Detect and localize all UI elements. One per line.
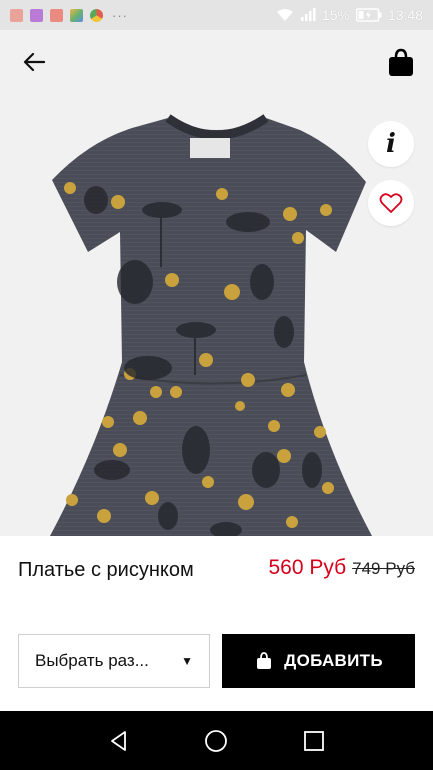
navigation-bar <box>0 711 433 770</box>
heart-icon <box>379 193 403 213</box>
nav-home-button[interactable] <box>196 721 236 761</box>
shopping-bag-icon <box>257 652 272 669</box>
nav-back-icon <box>110 730 126 751</box>
nav-back-button[interactable] <box>99 721 139 761</box>
add-button-label: ДОБАВИТЬ <box>284 651 383 670</box>
overflow-indicator: ··· <box>112 7 128 23</box>
photos-icon <box>70 8 83 22</box>
battery-icon <box>355 8 382 22</box>
product-name: Платье с рисунком <box>18 559 194 581</box>
favorite-button[interactable] <box>368 180 414 226</box>
gmail-icon <box>50 8 63 22</box>
status-bar: ··· 15% 13:48 <box>0 0 433 30</box>
app-screen: ··· 15% 13:48 i Платье с рисунком 560 Ру… <box>0 0 433 770</box>
size-select[interactable]: Выбрать раз... ▼ <box>18 634 210 688</box>
info-button[interactable]: i <box>368 121 414 167</box>
shopping-bag-icon <box>389 48 413 76</box>
battery-percent: 15% <box>321 7 350 23</box>
price-old: 749 Руб <box>352 559 415 578</box>
back-button[interactable] <box>18 46 50 78</box>
image-icon <box>30 8 43 22</box>
nav-home-icon <box>205 729 228 752</box>
clock: 13:48 <box>387 7 423 23</box>
chrome-icon <box>90 8 103 22</box>
nav-recents-button[interactable] <box>294 721 334 761</box>
notification-icons: ··· <box>10 8 128 23</box>
signal-icon <box>300 8 316 21</box>
arrow-left-icon <box>23 52 45 72</box>
chevron-down-icon: ▼ <box>181 654 193 668</box>
add-to-bag-button[interactable]: ДОБАВИТЬ <box>222 634 415 688</box>
nav-recents-icon <box>304 730 325 751</box>
product-price: 560 Руб 749 Руб <box>268 556 415 580</box>
wifi-icon <box>276 9 293 21</box>
product-info-panel: Платье с рисунком 560 Руб 749 Руб Выбрат… <box>0 536 433 711</box>
product-image[interactable]: i <box>0 30 433 536</box>
dress-illustration <box>50 114 372 536</box>
info-icon: i <box>386 129 396 159</box>
shopping-bag-button[interactable] <box>384 46 418 80</box>
email-icon <box>10 8 23 22</box>
size-select-label: Выбрать раз... <box>35 651 149 670</box>
price-current: 560 Руб <box>268 556 347 579</box>
